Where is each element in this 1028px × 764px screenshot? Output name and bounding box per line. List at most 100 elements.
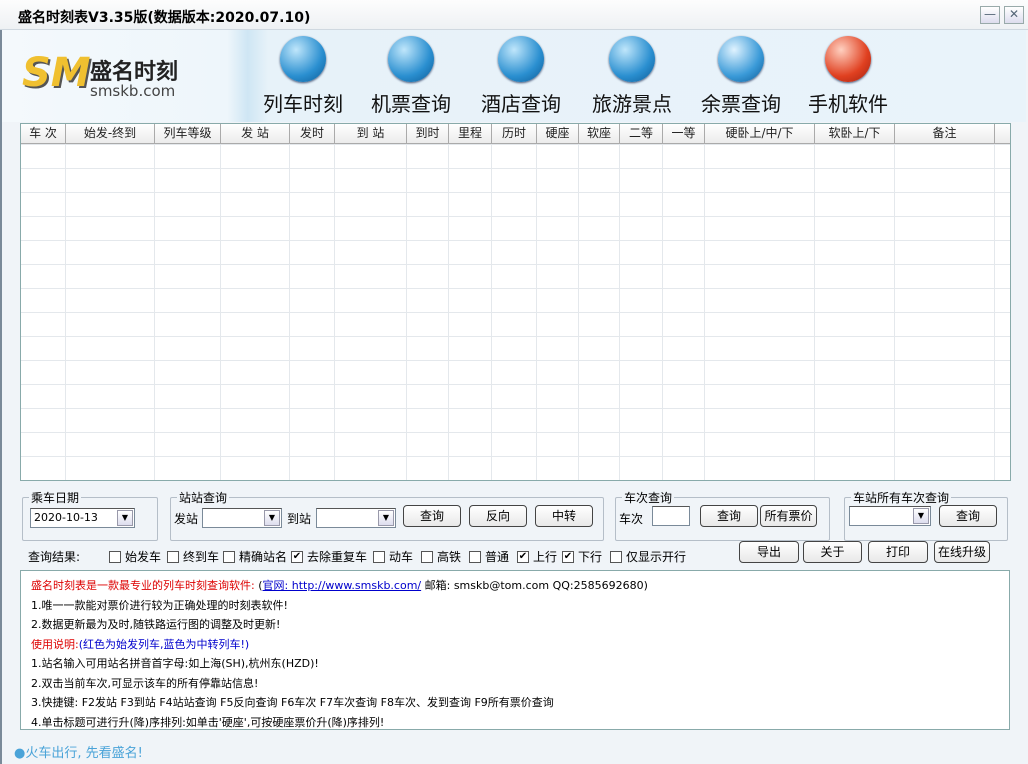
column-header[interactable]: 一等 [663, 124, 705, 143]
all-prices-button[interactable]: 所有票价 [760, 505, 817, 527]
print-button[interactable]: 打印 [868, 541, 928, 563]
transfer-button[interactable]: 中转 [535, 505, 593, 527]
to-station-select[interactable]: ▼ [316, 508, 396, 528]
export-button[interactable]: 导出 [739, 541, 799, 563]
info-headline-line: 盛名时刻表是一款最专业的列车时刻查询软件: (官网: http://www.sm… [31, 576, 999, 596]
checkbox-box[interactable] [469, 550, 481, 563]
grid-line [536, 144, 537, 480]
train-group-label: 车次查询 [624, 491, 673, 505]
about-button[interactable]: 关于 [803, 541, 862, 563]
station-all-select[interactable]: ▼ [849, 506, 931, 526]
grid-line [619, 144, 620, 480]
grid-line [704, 144, 705, 480]
checkbox-label: 下行 [578, 550, 603, 564]
checkbox-label: 精确站名 [239, 550, 288, 564]
grid-line [994, 144, 995, 480]
chevron-down-icon[interactable]: ▼ [117, 510, 133, 526]
station-all-group-label: 车站所有车次查询 [853, 491, 950, 505]
checkbox-label: 终到车 [183, 550, 220, 564]
nav-label: 酒店查询 [481, 92, 561, 116]
checkbox-box[interactable] [373, 550, 385, 563]
usage-title: 使用说明: [31, 637, 79, 651]
date-group-label: 乘车日期 [31, 491, 80, 505]
column-header[interactable]: 发 站 [221, 124, 290, 143]
info-line: 1.站名输入可用站名拼音首字母:如上海(SH),杭州东(HZD)! [31, 657, 319, 670]
column-header[interactable] [995, 124, 1010, 143]
checkbox-box[interactable]: ✔ [517, 550, 529, 563]
grid-line [406, 144, 407, 480]
station-all-query-button[interactable]: 查询 [939, 505, 997, 527]
column-header[interactable]: 列车等级 [155, 124, 221, 143]
minimize-button[interactable]: — [980, 6, 1000, 24]
nav-tickets[interactable]: 余票查询 [686, 36, 796, 117]
column-header[interactable]: 二等 [620, 124, 663, 143]
filter-checkbox[interactable]: 精确站名 [223, 548, 287, 565]
train-number-input[interactable] [652, 506, 690, 526]
filter-checkbox[interactable]: ✔ 去除重复车 [291, 548, 367, 565]
filter-checkbox[interactable]: 仅显示开行 [610, 548, 686, 565]
checkbox-box[interactable]: ✔ [562, 550, 574, 563]
grid-line [220, 144, 221, 480]
to-station-label: 到站 [287, 512, 312, 526]
status-bar: ●火车出行, 先看盛名! [14, 746, 143, 761]
filter-checkbox[interactable]: 普通 [469, 548, 509, 565]
column-header[interactable]: 车 次 [21, 124, 66, 143]
website-link[interactable]: 官网: http://www.smskb.com/ [263, 579, 422, 592]
column-header[interactable]: 到 站 [335, 124, 407, 143]
column-header[interactable]: 历时 [492, 124, 537, 143]
reverse-button[interactable]: 反向 [469, 505, 527, 527]
filter-checkbox[interactable]: 动车 [373, 548, 413, 565]
usage-note: (红色为始发列车,蓝色为中转列车!) [78, 637, 250, 651]
filter-checkbox[interactable]: 高铁 [421, 548, 461, 565]
column-header[interactable]: 软卧上/下 [815, 124, 895, 143]
results-label: 查询结果: [28, 550, 81, 564]
checkbox-box[interactable] [223, 550, 235, 563]
nav-label: 余票查询 [701, 92, 781, 116]
checkbox-label: 仅显示开行 [626, 550, 687, 564]
filter-checkbox[interactable]: 始发车 [109, 548, 161, 565]
chevron-down-icon[interactable]: ▼ [378, 510, 394, 526]
grid-line [154, 144, 155, 480]
nav-train-schedule[interactable]: 列车时刻 [248, 36, 358, 117]
info-headline: 盛名时刻表是一款最专业的列车时刻查询软件: [31, 579, 255, 592]
window-title: 盛名时刻表V3.35版(数据版本:2020.07.10) [18, 10, 311, 26]
checkbox-box[interactable] [167, 550, 179, 563]
java-icon [825, 36, 871, 82]
nav-label: 机票查询 [371, 92, 451, 116]
timetable-grid[interactable]: 车 次始发-终到 列车等级发 站发时到 站到时 里程 历时 硬座 软座 二等 一等 硬卧上/中/… [20, 123, 1011, 481]
column-header[interactable]: 软座 [579, 124, 620, 143]
filter-checkbox[interactable]: ✔ 上行 [517, 548, 557, 565]
column-header[interactable]: 硬卧上/中/下 [705, 124, 815, 143]
from-station-label: 发站 [174, 512, 199, 526]
checkbox-box[interactable] [109, 550, 121, 563]
info-panel: 盛名时刻表是一款最专业的列车时刻查询软件: (官网: http://www.sm… [20, 570, 1010, 730]
train-query-button[interactable]: 查询 [700, 505, 758, 527]
column-header[interactable]: 备注 [895, 124, 995, 143]
nav-tourism[interactable]: 旅游景点 [577, 36, 687, 117]
chevron-down-icon[interactable]: ▼ [913, 508, 929, 524]
checkbox-box[interactable] [421, 550, 433, 563]
close-button[interactable]: ✕ [1004, 6, 1024, 24]
nav-mobile[interactable]: 手机软件 [793, 36, 903, 117]
date-picker[interactable]: 2020-10-13 ▼ [30, 508, 135, 528]
checkbox-box[interactable]: ✔ [291, 550, 303, 563]
column-header[interactable]: 到时 [407, 124, 449, 143]
column-header[interactable]: 始发-终到 [66, 124, 155, 143]
from-station-select[interactable]: ▼ [202, 508, 282, 528]
column-header[interactable]: 硬座 [537, 124, 579, 143]
chevron-down-icon[interactable]: ▼ [264, 510, 280, 526]
nav-hotel[interactable]: 酒店查询 [466, 36, 576, 117]
station-query-button[interactable]: 查询 [403, 505, 461, 527]
column-header[interactable]: 里程 [449, 124, 492, 143]
checkbox-label: 上行 [533, 550, 558, 564]
train-number-label: 车次 [619, 512, 644, 526]
globe-icon [609, 36, 655, 82]
nav-flight[interactable]: 机票查询 [356, 36, 466, 117]
grid-line [662, 144, 663, 480]
windows-icon [718, 36, 764, 82]
filter-checkbox[interactable]: ✔ 下行 [562, 548, 602, 565]
upgrade-button[interactable]: 在线升级 [934, 541, 990, 563]
filter-checkbox[interactable]: 终到车 [167, 548, 219, 565]
checkbox-box[interactable] [610, 550, 622, 563]
column-header[interactable]: 发时 [290, 124, 335, 143]
